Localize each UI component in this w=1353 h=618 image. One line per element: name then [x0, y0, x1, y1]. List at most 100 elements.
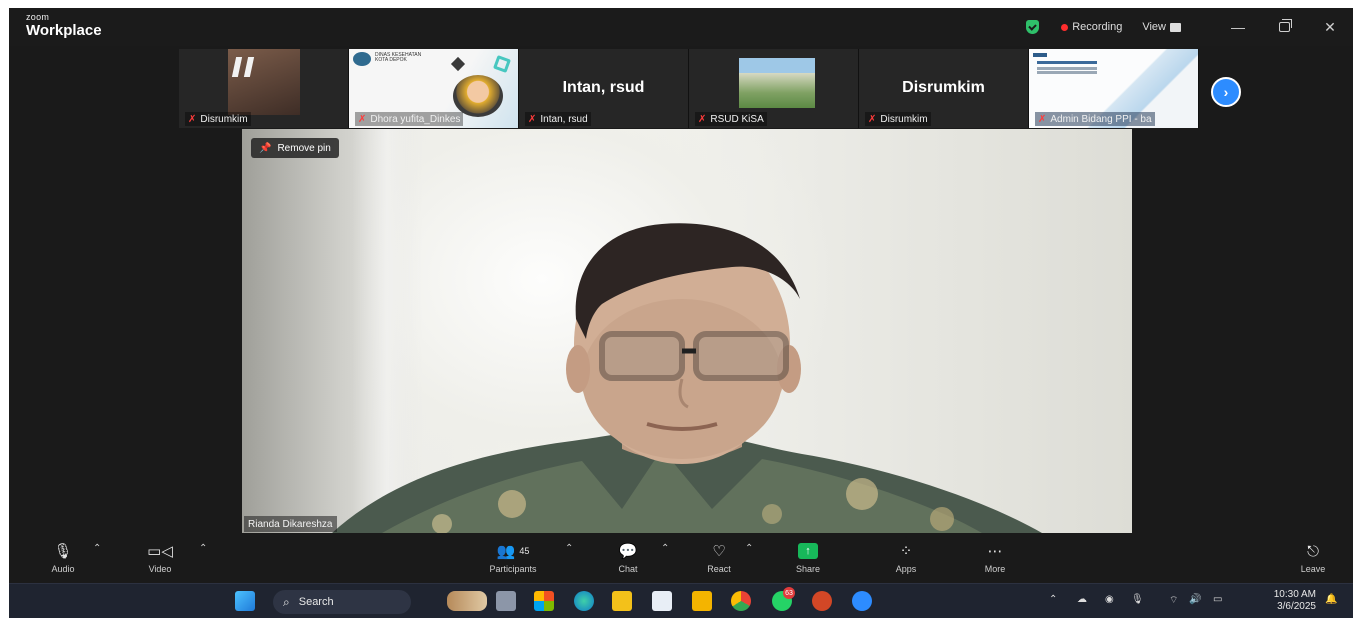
- apps-label: Apps: [895, 564, 917, 574]
- participant-thumbnail[interactable]: Intan, rsud ✗ Intan, rsud: [519, 49, 689, 128]
- participant-name: Disrumkim: [200, 113, 248, 125]
- participant-video-image: [228, 49, 300, 115]
- search-icon: ⌕: [283, 594, 290, 609]
- close-icon: ✕: [1324, 18, 1336, 35]
- audio-button[interactable]: 🎙 Audio: [43, 539, 83, 579]
- participant-thumbnail[interactable]: Disrumkim ✗ Disrumkim: [859, 49, 1029, 128]
- audio-label: Audio: [51, 564, 75, 574]
- mic-muted-icon: ✗: [528, 113, 537, 125]
- participant-name-tag: ✗ Disrumkim: [865, 112, 931, 126]
- battery-icon[interactable]: ▭: [1213, 594, 1222, 605]
- participant-big-label: Intan, rsud: [562, 79, 645, 96]
- participant-name-tag: ✗ Disrumkim: [185, 112, 251, 126]
- chrome-icon[interactable]: [731, 591, 751, 611]
- participant-strip: ✗ Disrumkim DINAS KESEHATAN KOTA DEPOK ✗ D…: [179, 49, 1201, 128]
- minimize-button[interactable]: —: [1215, 8, 1261, 46]
- organization-logo-icon: [353, 52, 371, 66]
- close-button[interactable]: ✕: [1307, 8, 1353, 46]
- remove-pin-button[interactable]: 📌 Remove pin: [251, 138, 339, 158]
- audio-options-caret-icon[interactable]: ⌃: [93, 543, 101, 554]
- weather-widget-icon[interactable]: [447, 591, 487, 611]
- share-screen-icon: ↑: [798, 543, 818, 559]
- participants-options-caret-icon[interactable]: ⌃: [565, 543, 573, 554]
- mic-muted-icon: ✗: [358, 113, 367, 125]
- react-icon: ♡: [712, 543, 726, 560]
- participant-thumbnail[interactable]: ✗ Admin Bidang PPI - ba: [1029, 49, 1199, 128]
- more-button[interactable]: ⋯ More: [978, 539, 1012, 579]
- task-view-icon[interactable]: [496, 591, 516, 611]
- participant-big-label: Disrumkim: [902, 79, 985, 96]
- brand-small: zoom: [26, 12, 50, 22]
- apps-button[interactable]: ⁘ Apps: [889, 539, 923, 579]
- remove-pin-label: Remove pin: [277, 142, 331, 154]
- leave-icon: ⎋: [1307, 542, 1319, 560]
- notifications-bell-icon[interactable]: 🔔: [1325, 594, 1337, 605]
- apps-icon: ⁘: [899, 543, 913, 560]
- pinned-video[interactable]: 📌 Remove pin Rianda Dikareshza: [242, 129, 1132, 533]
- restore-icon: [1278, 19, 1292, 32]
- leave-button[interactable]: ⎋ Leave: [1293, 539, 1333, 579]
- view-grid-icon[interactable]: [1170, 22, 1181, 32]
- store-icon[interactable]: [652, 591, 672, 611]
- windows-start-icon[interactable]: [235, 591, 255, 611]
- tray-app-icon[interactable]: ☁: [1077, 594, 1087, 605]
- next-page-arrow-icon[interactable]: ›: [1211, 77, 1241, 107]
- wifi-icon[interactable]: ⌔: [1169, 594, 1178, 607]
- video-options-caret-icon[interactable]: ⌃: [199, 543, 207, 554]
- copilot-icon[interactable]: [534, 591, 554, 611]
- background-doc-title: DINAS KESEHATAN KOTA DEPOK: [375, 52, 422, 63]
- taskbar-search[interactable]: ⌕ Search: [273, 590, 411, 614]
- powerpoint-icon[interactable]: [812, 591, 832, 611]
- chat-options-caret-icon[interactable]: ⌃: [661, 543, 669, 554]
- recording-dot-icon: [1061, 23, 1069, 31]
- main-participant-name: Rianda Dikareshza: [244, 516, 337, 532]
- clock-time: 10:30 AM: [1273, 589, 1316, 600]
- tray-app2-icon[interactable]: ◉: [1105, 594, 1114, 605]
- brand-big: Workplace: [26, 22, 102, 39]
- participant-name: Dhora yufita_Dinkes: [370, 113, 461, 125]
- mic-muted-icon: ✗: [188, 113, 197, 125]
- participant-thumbnail[interactable]: ✗ Disrumkim: [179, 49, 349, 128]
- taskbar-search-label: Search: [298, 596, 334, 608]
- participant-thumbnail[interactable]: DINAS KESEHATAN KOTA DEPOK ✗ Dhora yufita…: [349, 49, 519, 128]
- leave-label: Leave: [1300, 564, 1326, 574]
- clock-date: 3/6/2025: [1277, 601, 1316, 612]
- windows-taskbar: ⌕ Search 63 ⌃ ☁ ◉ 🎙 ⌔ 🔊 ▭ 10:30 AM 3/6/2…: [9, 583, 1353, 618]
- react-button[interactable]: ♡ React: [699, 539, 739, 579]
- tray-overflow-icon[interactable]: ⌃: [1049, 594, 1057, 605]
- chat-button[interactable]: 💬 Chat: [613, 539, 643, 579]
- pin-icon: 📌: [259, 142, 272, 154]
- volume-icon[interactable]: 🔊: [1189, 594, 1201, 605]
- whatsapp-icon[interactable]: 63: [772, 587, 795, 611]
- sticky-notes-icon[interactable]: [612, 591, 632, 611]
- mic-muted-icon: ✗: [868, 113, 877, 125]
- participants-label: Participants: [489, 564, 537, 574]
- restore-button[interactable]: [1261, 8, 1307, 46]
- participant-name: RSUD KiSA: [710, 113, 764, 125]
- participant-name: Disrumkim: [880, 113, 928, 125]
- react-options-caret-icon[interactable]: ⌃: [745, 543, 753, 554]
- whatsapp-unread-badge: 63: [783, 587, 795, 599]
- microphone-icon: 🎙: [53, 543, 73, 560]
- react-label: React: [707, 564, 731, 574]
- tray-mic-icon[interactable]: 🎙: [1131, 594, 1144, 605]
- file-explorer-icon[interactable]: [692, 591, 712, 611]
- participant-thumbnail[interactable]: ✗ RSUD KiSA: [689, 49, 859, 128]
- edge-browser-icon[interactable]: [574, 591, 594, 611]
- taskbar-clock[interactable]: 10:30 AM 3/6/2025: [1266, 589, 1316, 613]
- participant-name-tag: ✗ Dhora yufita_Dinkes: [355, 112, 464, 126]
- encryption-shield-icon[interactable]: [1026, 20, 1040, 34]
- participant-name-tag: ✗ RSUD KiSA: [695, 112, 767, 126]
- participant-name: Intan, rsud: [540, 113, 588, 125]
- participants-button[interactable]: 👥 45 Participants: [476, 539, 550, 579]
- video-button[interactable]: ▭◁ Video: [140, 539, 180, 579]
- meeting-toolbar: 🎙 Audio ⌃ ▭◁ Video ⌃ 👥 45 Participants ⌃ …: [9, 535, 1353, 581]
- share-button[interactable]: ↑ Share: [791, 539, 825, 579]
- building-image: [739, 58, 815, 108]
- zoom-app-icon[interactable]: [852, 591, 872, 611]
- participant-name: Admin Bidang PPI - ba: [1050, 113, 1152, 125]
- video-label: Video: [148, 564, 172, 574]
- recording-label[interactable]: Recording: [1072, 21, 1122, 33]
- more-label: More: [984, 564, 1006, 574]
- view-button[interactable]: View: [1142, 21, 1166, 33]
